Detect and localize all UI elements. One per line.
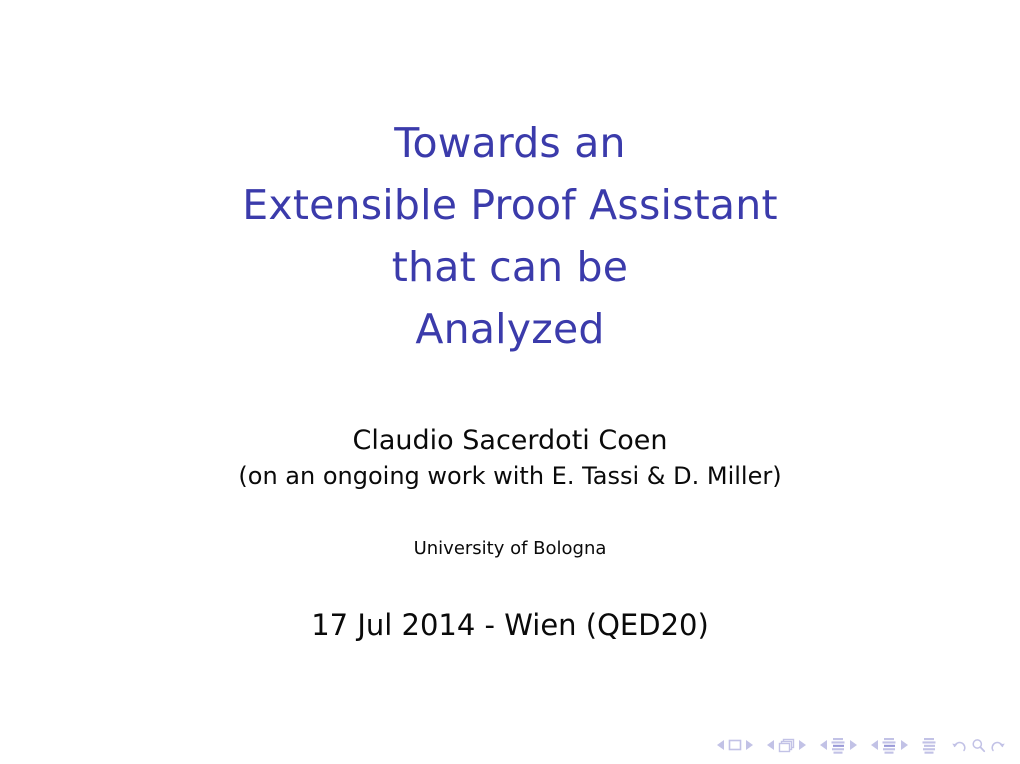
frames-icon[interactable]: [778, 738, 795, 753]
subsection-icon[interactable]: [831, 737, 846, 754]
slide-title: Towards an Extensible Proof Assistant th…: [0, 112, 1020, 360]
date-block: 17 Jul 2014 - Wien (QED20): [0, 605, 1020, 645]
slide-icon[interactable]: [728, 739, 742, 751]
document-icon[interactable]: [922, 737, 937, 754]
previous-subsection-icon[interactable]: [820, 740, 827, 750]
institute-name: University of Bologna: [413, 538, 607, 559]
search-icon[interactable]: [971, 738, 986, 753]
frame-navigation-group: [767, 738, 806, 753]
institute-block: University of Bologna: [0, 536, 1020, 562]
subsection-navigation-group: [820, 737, 857, 754]
title-line-4: Analyzed: [415, 305, 605, 353]
beamer-navigation-bar: [717, 732, 1006, 758]
back-arrow-icon[interactable]: [951, 738, 967, 753]
title-line-1: Towards an: [394, 119, 626, 167]
search-navigation-group: [951, 738, 1006, 753]
author-name: Claudio Sacerdoti Coen: [352, 425, 668, 456]
author-collaborators-note: (on an ongoing work with E. Tassi & D. M…: [238, 462, 782, 490]
next-frame-icon[interactable]: [799, 740, 806, 750]
slide-navigation-group: [717, 739, 753, 751]
forward-arrow-icon[interactable]: [990, 738, 1006, 753]
section-navigation-group: [871, 737, 908, 754]
previous-frame-icon[interactable]: [767, 740, 774, 750]
title-line-3: that can be: [391, 243, 629, 291]
previous-section-icon[interactable]: [871, 740, 878, 750]
previous-slide-icon[interactable]: [717, 740, 724, 750]
next-section-icon[interactable]: [901, 740, 908, 750]
date-text: 17 Jul 2014 - Wien (QED20): [311, 608, 709, 642]
next-slide-icon[interactable]: [746, 740, 753, 750]
document-navigation-group: [922, 737, 937, 754]
title-line-2: Extensible Proof Assistant: [242, 181, 778, 229]
next-subsection-icon[interactable]: [850, 740, 857, 750]
section-icon[interactable]: [882, 737, 897, 754]
author-block: Claudio Sacerdoti Coen (on an ongoing wo…: [0, 423, 1020, 493]
presentation-slide: Towards an Extensible Proof Assistant th…: [0, 0, 1020, 764]
